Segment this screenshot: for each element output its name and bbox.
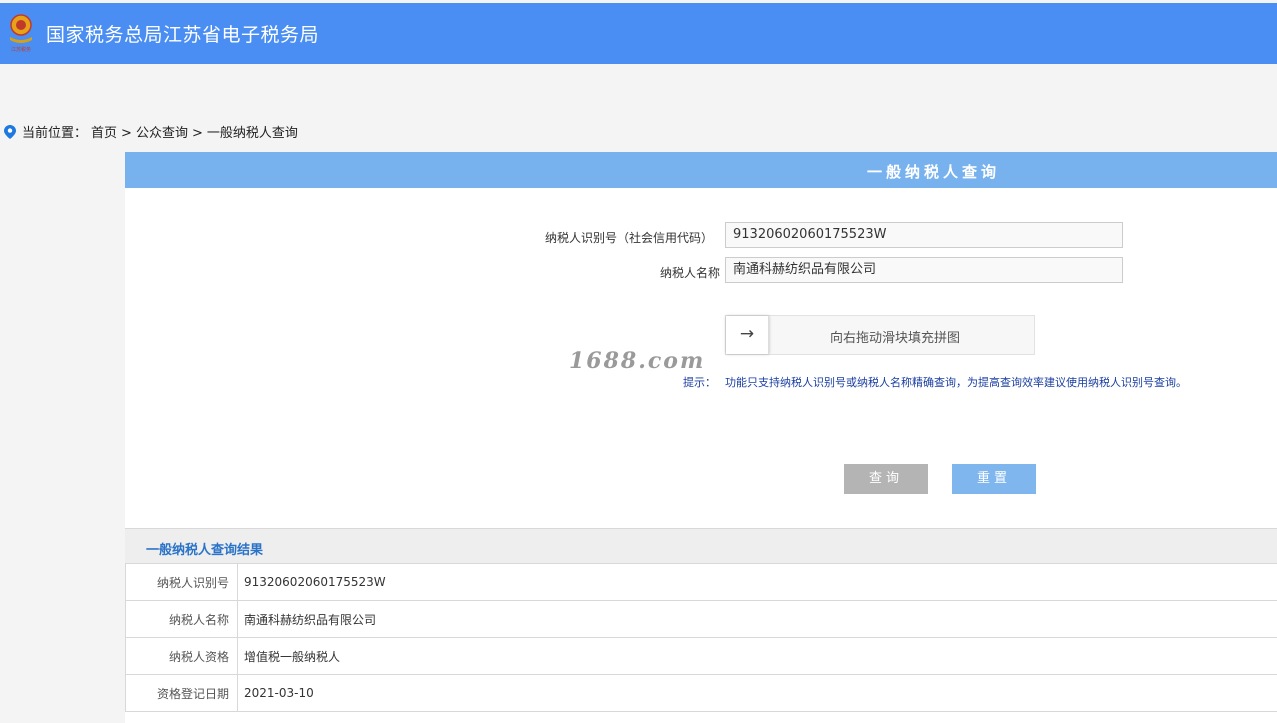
watermark: 1688.com bbox=[569, 348, 706, 374]
breadcrumb-public-query[interactable]: 公众查询 bbox=[136, 126, 188, 141]
table-row: 纳税人资格 增值税一般纳税人 bbox=[125, 637, 1277, 675]
breadcrumb-home[interactable]: 首页 bbox=[91, 126, 117, 141]
result-value: 91320602060175523W bbox=[237, 564, 1277, 601]
slider-handle-arrow-icon[interactable]: → bbox=[726, 316, 769, 354]
result-key: 资格登记日期 bbox=[125, 674, 238, 712]
panel-title: 一般纳税人查询 bbox=[867, 163, 1001, 181]
taxpayer-id-input[interactable]: 91320602060175523W bbox=[725, 222, 1123, 248]
result-table: 纳税人识别号 91320602060175523W 纳税人名称 南通科赫纺织品有… bbox=[125, 564, 1277, 712]
main-content: 一般纳税人查询 纳税人识别号（社会信用代码） 91320602060175523… bbox=[125, 152, 1277, 723]
result-key: 纳税人名称 bbox=[125, 600, 238, 638]
table-row: 纳税人识别号 91320602060175523W bbox=[125, 564, 1277, 601]
table-row: 资格登记日期 2021-03-10 bbox=[125, 674, 1277, 712]
taxpayer-name-label: 纳税人名称 bbox=[659, 266, 720, 280]
hint-text: 功能只支持纳税人识别号或纳税人名称精确查询，为提高查询效率建议使用纳税人识别号查… bbox=[725, 376, 1187, 389]
result-value: 2021-03-10 bbox=[237, 674, 1277, 712]
query-button[interactable]: 查询 bbox=[844, 464, 928, 494]
result-key: 纳税人识别号 bbox=[125, 564, 238, 601]
taxpayer-id-label: 纳税人识别号（社会信用代码） bbox=[544, 231, 713, 245]
site-title: 国家税务总局江苏省电子税务局 bbox=[46, 24, 320, 46]
breadcrumb-prefix: 当前位置： bbox=[22, 126, 88, 141]
result-key: 纳税人资格 bbox=[125, 637, 238, 675]
taxpayer-name-input[interactable]: 南通科赫纺织品有限公司 bbox=[725, 257, 1123, 283]
result-value: 南通科赫纺织品有限公司 bbox=[237, 600, 1277, 638]
slide-captcha[interactable]: → 向右拖动滑块填充拼图 bbox=[725, 315, 1035, 355]
top-header: 江苏税务 国家税务总局江苏省电子税务局 bbox=[0, 3, 1277, 64]
breadcrumb: 当前位置： 首页 > 公众查询 > 一般纳税人查询 bbox=[4, 122, 302, 141]
result-title: 一般纳税人查询结果 bbox=[146, 543, 264, 558]
breadcrumb-separator: > bbox=[191, 126, 203, 141]
query-panel-header: 一般纳税人查询 bbox=[125, 152, 1277, 188]
breadcrumb-current: 一般纳税人查询 bbox=[206, 126, 298, 141]
reset-button[interactable]: 重置 bbox=[952, 464, 1036, 494]
location-pin-icon bbox=[4, 125, 16, 139]
result-section-header: 一般纳税人查询结果 bbox=[125, 528, 1277, 564]
logo-lettering: 江苏税务 bbox=[11, 46, 31, 53]
hint-label: 提示： bbox=[683, 376, 716, 389]
tax-emblem-logo[interactable]: 江苏税务 bbox=[6, 13, 36, 53]
breadcrumb-separator: > bbox=[121, 126, 132, 141]
table-row: 纳税人名称 南通科赫纺织品有限公司 bbox=[125, 600, 1277, 638]
slider-instruction: 向右拖动滑块填充拼图 bbox=[830, 331, 961, 346]
result-value: 增值税一般纳税人 bbox=[237, 637, 1277, 675]
